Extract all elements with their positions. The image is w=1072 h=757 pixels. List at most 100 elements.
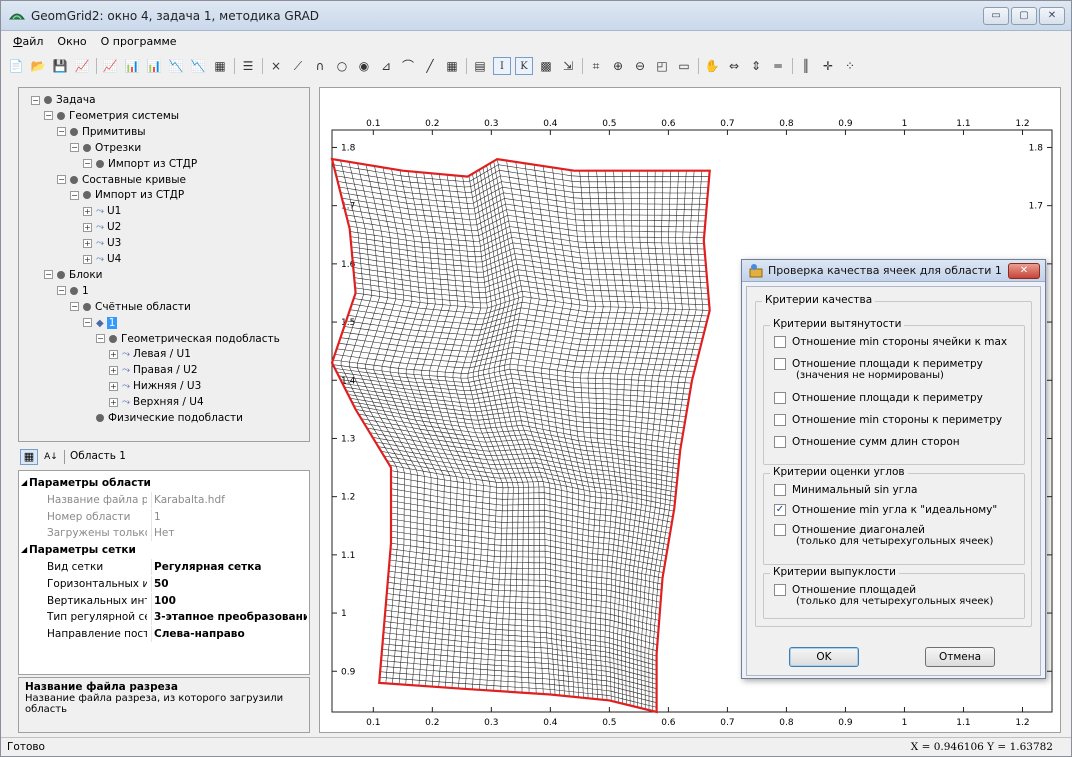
toolbar-button-28[interactable]: ◰	[653, 57, 671, 75]
toolbar-button-19[interactable]: ▦	[443, 57, 461, 75]
criterion-option[interactable]: Отношение площади к периметру (значения н…	[774, 358, 983, 381]
expand-toggle-icon[interactable]: −	[96, 334, 105, 343]
toolbar-button-10[interactable]: ☰	[239, 57, 257, 75]
tree-item[interactable]: + ⤳ U4	[83, 251, 121, 267]
property-row[interactable]: Горизонтальных и 50	[19, 575, 309, 592]
expand-toggle-icon[interactable]: −	[31, 95, 40, 105]
tree-item[interactable]: + ⤳ Правая / U2	[109, 362, 198, 378]
tree-item[interactable]: − Счётные области	[70, 299, 191, 315]
property-row[interactable]: ◢ Параметры области	[19, 475, 309, 491]
project-tree[interactable]: − Задача − Геометрия системы − Примитивы − Отре…	[18, 87, 310, 442]
toolbar-button-7[interactable]: 📉	[167, 57, 185, 75]
toolbar-button-35[interactable]: ✛	[819, 57, 837, 75]
collapse-triangle-icon[interactable]: ◢	[21, 475, 27, 491]
expand-toggle-icon[interactable]: +	[83, 206, 92, 216]
criterion-option[interactable]: Минимальный sin угла	[774, 484, 917, 496]
toolbar-button-5[interactable]: 📊	[123, 57, 141, 75]
property-row[interactable]: Загружены только гра Нет	[19, 525, 309, 542]
expand-toggle-icon[interactable]: −	[70, 302, 79, 312]
toolbar-button-24[interactable]: ⇲	[559, 57, 577, 75]
expand-toggle-icon[interactable]: −	[44, 270, 53, 280]
toolbar-button-25[interactable]: ⌗	[587, 57, 605, 75]
tree-item[interactable]: − Геометрия системы	[44, 108, 179, 124]
title-bar[interactable]: GeomGrid2: окно 4, задача 1, методика GR…	[1, 1, 1071, 31]
criterion-option[interactable]: Отношение площади к периметру	[774, 392, 983, 404]
ok-button[interactable]: OK	[789, 647, 859, 667]
toolbar-button-27[interactable]: ⊖	[631, 57, 649, 75]
property-row[interactable]: ◢ Параметры сетки	[19, 542, 309, 558]
criterion-checkbox[interactable]	[774, 524, 786, 536]
expand-toggle-icon[interactable]: −	[57, 286, 66, 296]
criterion-checkbox[interactable]	[774, 392, 786, 404]
criterion-option[interactable]: Отношение min стороны ячейки к max	[774, 336, 1007, 348]
expand-toggle-icon[interactable]: +	[109, 365, 118, 375]
toolbar-button-16[interactable]: ⊿	[377, 57, 395, 75]
criterion-checkbox[interactable]	[774, 414, 786, 426]
criterion-option[interactable]: Отношение min стороны к периметру	[774, 414, 1002, 426]
criterion-checkbox[interactable]	[774, 436, 786, 448]
criterion-checkbox[interactable]	[774, 358, 786, 370]
property-row[interactable]: Направление пост Слева-направо	[19, 626, 309, 643]
expand-toggle-icon[interactable]: −	[70, 190, 79, 200]
tree-item[interactable]: + ⤳ U1	[83, 203, 121, 219]
toolbar-button-11[interactable]: ×	[267, 57, 285, 75]
tree-item[interactable]: −1	[57, 283, 89, 299]
tree-item[interactable]: + ⤳ Верхняя / U4	[109, 394, 204, 410]
toolbar-button-17[interactable]: ⌒	[399, 57, 417, 75]
property-row[interactable]: Номер области 1	[19, 508, 309, 525]
expand-toggle-icon[interactable]: +	[83, 254, 92, 264]
criterion-option[interactable]: ✓ Отношение min угла к "идеальному"	[774, 504, 997, 516]
expand-toggle-icon[interactable]: −	[57, 175, 66, 184]
toolbar-button-33[interactable]: ═	[769, 57, 787, 75]
toolbar-button-2[interactable]: 💾	[51, 57, 69, 75]
collapse-triangle-icon[interactable]: ◢	[21, 542, 27, 558]
minimize-button[interactable]: ▭	[983, 7, 1009, 25]
toolbar-button-18[interactable]: ╱	[421, 57, 439, 75]
expand-toggle-icon[interactable]: −	[83, 318, 92, 328]
tree-item[interactable]: − Составные кривые	[57, 172, 186, 188]
toolbar-button-4[interactable]: 📈	[101, 57, 119, 75]
tree-item[interactable]: − Геометрическая подобласть	[96, 331, 280, 347]
criterion-option[interactable]: Отношение диагоналей (только для четыреху…	[774, 524, 993, 547]
toolbar-button-8[interactable]: 📉	[189, 57, 207, 75]
dialog-close-button[interactable]: ✕	[1008, 263, 1040, 279]
criterion-option[interactable]: Отношение сумм длин сторон	[774, 436, 960, 448]
sort-categorized-icon[interactable]: ▦	[20, 449, 38, 465]
expand-toggle-icon[interactable]: −	[44, 111, 53, 121]
property-row[interactable]: Вертикальных инт 100	[19, 592, 309, 609]
toolbar-button-21[interactable]: I	[493, 57, 511, 75]
tree-item[interactable]: + ⤳ Левая / U1	[109, 346, 191, 362]
expand-toggle-icon[interactable]: +	[109, 349, 118, 359]
menu-file[interactable]: Файл	[13, 32, 43, 52]
property-row[interactable]: Название файла разре Karabalta.hdf	[19, 491, 309, 508]
toolbar-button-14[interactable]: ○	[333, 57, 351, 75]
toolbar-button-36[interactable]: ⁘	[841, 57, 859, 75]
dialog-title-bar[interactable]: Проверка качества ячеек для области 1 ✕	[742, 260, 1045, 282]
toolbar-button-20[interactable]: ▤	[471, 57, 489, 75]
tree-item[interactable]: + ⤳ U2	[83, 219, 121, 235]
toolbar-button-3[interactable]: 📈	[73, 57, 91, 75]
expand-toggle-icon[interactable]: −	[70, 143, 79, 153]
criterion-checkbox[interactable]	[774, 584, 786, 596]
tree-item[interactable]: + ⤳ U3	[83, 235, 121, 251]
toolbar-button-32[interactable]: ⇕	[747, 57, 765, 75]
property-row[interactable]: Вид сетки Регулярная сетка	[19, 559, 309, 575]
maximize-button[interactable]: ▢	[1011, 7, 1037, 25]
toolbar-button-23[interactable]: ▩	[537, 57, 555, 75]
toolbar-button-13[interactable]: ∩	[311, 57, 329, 75]
criterion-checkbox[interactable]	[774, 336, 786, 348]
toolbar-button-15[interactable]: ◉	[355, 57, 373, 75]
toolbar-button-1[interactable]: 📂	[29, 57, 47, 75]
toolbar-button-30[interactable]: ✋	[703, 57, 721, 75]
tree-item[interactable]: − ◆ 1	[83, 315, 118, 331]
toolbar-button-26[interactable]: ⊕	[609, 57, 627, 75]
tree-item[interactable]: + ⤳ Нижняя / U3	[109, 378, 201, 394]
tree-item[interactable]: − Блоки	[44, 267, 103, 283]
tree-item[interactable]: − Импорт из СТДР	[83, 156, 197, 172]
expand-toggle-icon[interactable]: −	[57, 127, 66, 137]
close-button[interactable]: ✕	[1039, 7, 1065, 25]
expand-toggle-icon[interactable]: +	[109, 397, 118, 407]
tree-item[interactable]: − Импорт из СТДР	[70, 187, 184, 203]
criterion-checkbox[interactable]: ✓	[774, 504, 786, 516]
criterion-checkbox[interactable]	[774, 484, 786, 496]
